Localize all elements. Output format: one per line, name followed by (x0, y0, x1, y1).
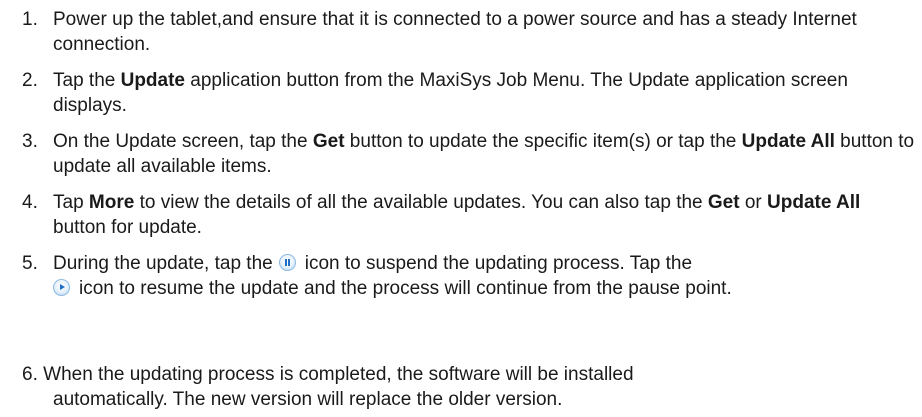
step-text-mid2: or (739, 192, 768, 213)
step-text: Power up the tablet,and ensure that it i… (53, 9, 857, 55)
step-text-pre: Tap (53, 192, 89, 213)
step-2: 2. Tap the Update application button fro… (22, 68, 918, 118)
more-button-label: More (88, 192, 135, 213)
step-text-pre: On the Update screen, tap the (53, 131, 313, 152)
get-button-label: Get (312, 131, 345, 152)
step-text-line1: 6. When the updating process is complete… (22, 362, 918, 387)
step-number: 2. (22, 70, 38, 91)
step-number: 3. (22, 131, 38, 152)
step-text-pre: Tap the (53, 70, 121, 91)
step-text: When the updating process is completed, … (43, 364, 634, 385)
pause-icon (278, 254, 296, 271)
step-4: 4. Tap More to view the details of all t… (22, 190, 918, 240)
step-number: 4. (22, 192, 38, 213)
update-all-button-label: Update All (767, 192, 861, 213)
step-number: 5. (22, 253, 38, 274)
step-text-post: button for update. (53, 217, 202, 238)
step-6: 6. When the updating process is complete… (22, 362, 918, 412)
step-text: Tap More to view the details of all the … (22, 190, 918, 240)
update-steps-list: 1. Power up the tablet,and ensure that i… (22, 7, 918, 312)
update-all-button-label: Update All (741, 131, 835, 152)
step-3: 3. On the Update screen, tap the Get but… (22, 129, 918, 179)
step-number: 6. (22, 364, 38, 385)
step-text-post: icon to resume the update and the proces… (79, 278, 732, 299)
play-icon (53, 279, 70, 296)
step-text-mid: button to update the specific item(s) or… (344, 131, 742, 152)
get-button-label: Get (707, 192, 740, 213)
update-button-label: Update (120, 70, 186, 91)
step-5: 5. During the update, tap the icon to sus… (22, 251, 918, 301)
step-text-mid: icon to suspend the updating process. Ta… (304, 253, 693, 274)
step-text-mid: to view the details of all the available… (134, 192, 708, 213)
step-1: 1. Power up the tablet,and ensure that i… (22, 7, 918, 57)
step-number: 1. (22, 9, 38, 30)
step-text-line2: automatically. The new version will repl… (53, 389, 563, 410)
step-text: During the update, tap the icon to suspen… (22, 251, 918, 301)
step-text: Tap the Update application button from t… (22, 68, 918, 118)
step-text: On the Update screen, tap the Get button… (22, 129, 918, 179)
step-text-pre: During the update, tap the (53, 253, 273, 274)
